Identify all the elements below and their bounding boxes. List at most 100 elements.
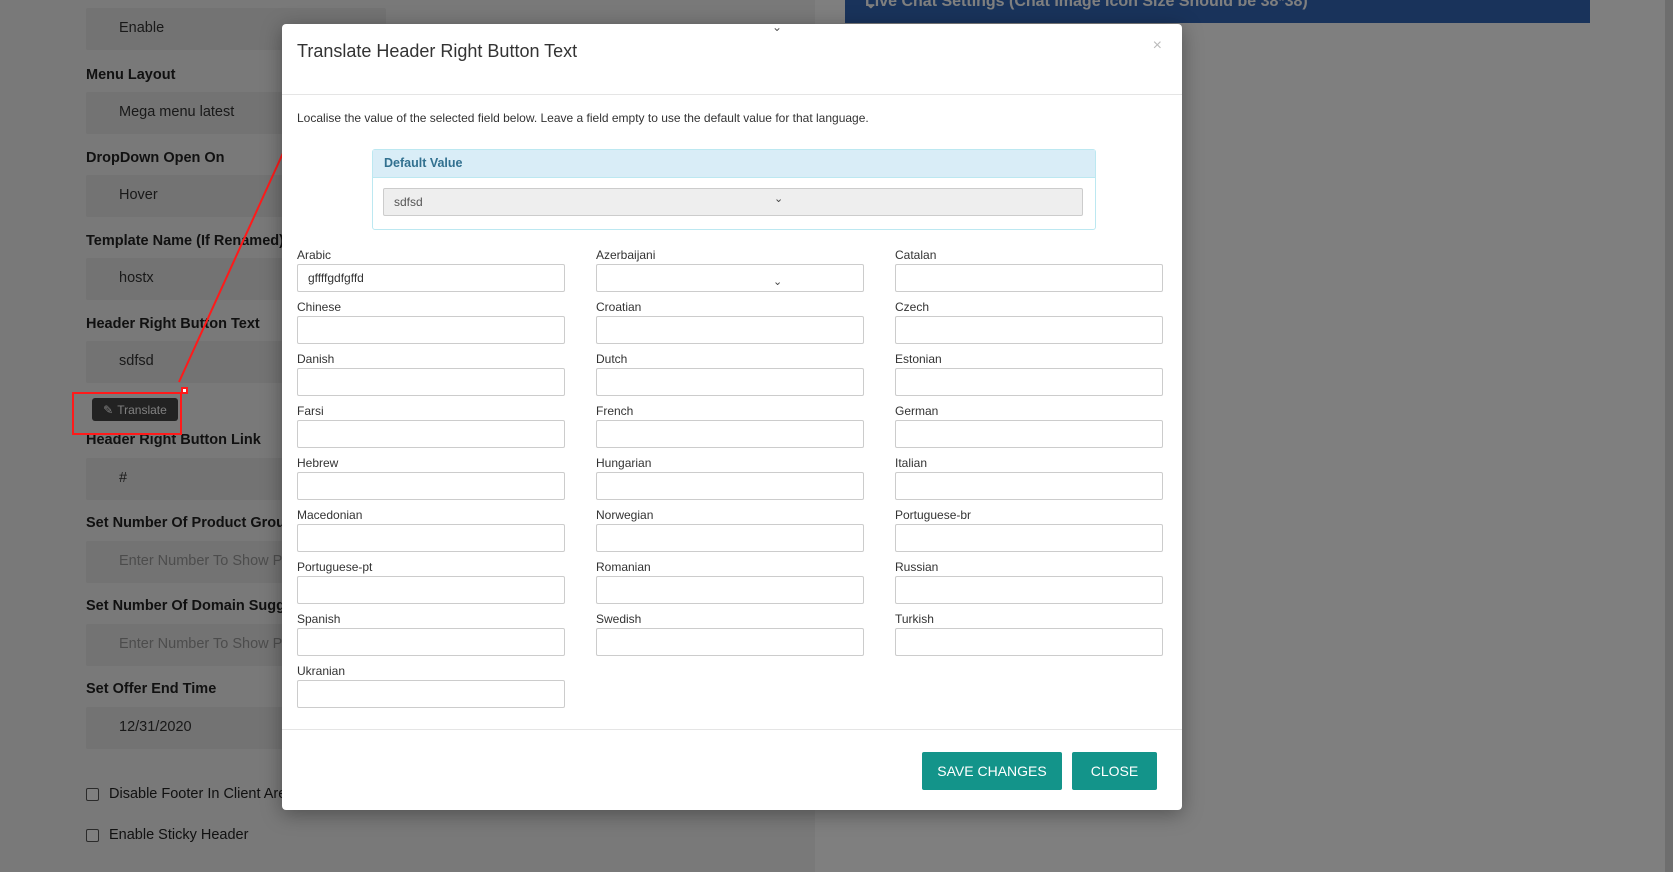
language-field: Chinese — [297, 300, 565, 344]
language-field: German — [895, 404, 1163, 448]
language-label: Swedish — [596, 612, 642, 626]
language-input-wrapper — [596, 575, 864, 604]
default-value-heading: Default Value — [373, 150, 1095, 178]
language-input-wrapper — [297, 575, 565, 604]
language-label: Estonian — [895, 352, 942, 366]
language-input-wrapper — [297, 523, 565, 552]
language-input[interactable] — [596, 576, 864, 604]
modal-header: ⌄ Translate Header Right Button Text × — [282, 20, 1182, 95]
close-button[interactable]: Close — [1072, 752, 1157, 790]
language-input-wrapper — [895, 627, 1163, 656]
language-input[interactable] — [297, 368, 565, 396]
language-label: Russian — [895, 560, 939, 574]
language-label: Dutch — [596, 352, 628, 366]
language-label: Hungarian — [596, 456, 652, 470]
language-label: Turkish — [895, 612, 934, 626]
language-input[interactable] — [596, 524, 864, 552]
language-input-wrapper — [895, 419, 1163, 448]
language-field: Azerbaijani ⌄ — [596, 248, 864, 292]
language-label: German — [895, 404, 939, 418]
language-label: Azerbaijani — [596, 248, 656, 262]
language-input[interactable] — [297, 524, 565, 552]
language-input[interactable] — [596, 472, 864, 500]
language-input[interactable] — [895, 420, 1163, 448]
language-field: Danish — [297, 352, 565, 396]
language-label: French — [596, 404, 634, 418]
language-input[interactable] — [297, 680, 565, 708]
language-field: Dutch — [596, 352, 864, 396]
language-input-wrapper — [297, 263, 565, 292]
language-input[interactable] — [596, 368, 864, 396]
language-field: Romanian — [596, 560, 864, 604]
language-input-wrapper — [596, 471, 864, 500]
language-label: Portuguese-br — [895, 508, 972, 522]
language-input[interactable] — [596, 264, 864, 292]
language-label: Danish — [297, 352, 335, 366]
language-field: Estonian — [895, 352, 1163, 396]
language-input-wrapper — [297, 315, 565, 344]
close-icon[interactable]: × — [1153, 37, 1162, 55]
language-input[interactable] — [297, 472, 565, 500]
language-input-wrapper — [895, 471, 1163, 500]
language-input[interactable] — [895, 368, 1163, 396]
modal-footer: Save Changes Close — [282, 729, 1182, 810]
language-input-wrapper — [596, 367, 864, 396]
language-input-wrapper — [297, 679, 565, 708]
language-field: Swedish — [596, 612, 864, 656]
language-label: Hebrew — [297, 456, 339, 470]
translate-modal: ⌄ Translate Header Right Button Text × L… — [282, 20, 1182, 810]
language-field: French — [596, 404, 864, 448]
language-field: Portuguese-pt — [297, 560, 565, 604]
language-field: Turkish — [895, 612, 1163, 656]
annotation-highlight-box — [72, 392, 182, 435]
language-input[interactable] — [596, 628, 864, 656]
language-input[interactable] — [297, 628, 565, 656]
annotation-handle — [181, 387, 188, 394]
language-input[interactable] — [596, 316, 864, 344]
language-input[interactable] — [895, 472, 1163, 500]
language-label: Portuguese-pt — [297, 560, 373, 574]
language-input[interactable] — [596, 420, 864, 448]
language-label: Spanish — [297, 612, 341, 626]
language-label: Farsi — [297, 404, 324, 418]
language-label: Romanian — [596, 560, 651, 574]
language-input[interactable] — [297, 316, 565, 344]
language-label: Norwegian — [596, 508, 654, 522]
language-label: Chinese — [297, 300, 342, 314]
save-changes-button[interactable]: Save Changes — [922, 752, 1062, 790]
language-input[interactable] — [895, 316, 1163, 344]
language-input-wrapper — [297, 471, 565, 500]
language-input-wrapper — [297, 627, 565, 656]
language-input-wrapper — [297, 367, 565, 396]
language-input[interactable] — [895, 576, 1163, 604]
language-field: Italian — [895, 456, 1163, 500]
language-input[interactable] — [895, 524, 1163, 552]
language-field: Arabic — [297, 248, 565, 292]
chevron-down-icon: ⌄ — [773, 276, 783, 288]
language-input-wrapper — [596, 419, 864, 448]
language-label: Czech — [895, 300, 930, 314]
language-field: Spanish — [297, 612, 565, 656]
language-input-wrapper — [895, 367, 1163, 396]
language-input[interactable] — [895, 264, 1163, 292]
language-input[interactable] — [895, 628, 1163, 656]
language-field: Czech — [895, 300, 1163, 344]
language-input[interactable] — [297, 420, 565, 448]
language-label: Catalan — [895, 248, 937, 262]
default-value-panel: Default Value sdfsd ⌄ — [372, 149, 1096, 230]
chevron-down-icon: ⌄ — [772, 20, 783, 34]
language-field: Macedonian — [297, 508, 565, 552]
language-input-wrapper — [895, 315, 1163, 344]
language-input[interactable] — [297, 264, 565, 292]
language-field: Hebrew — [297, 456, 565, 500]
language-input-wrapper — [596, 627, 864, 656]
modal-title: Translate Header Right Button Text — [297, 41, 578, 61]
language-field: Ukranian — [297, 664, 565, 708]
language-input[interactable] — [297, 576, 565, 604]
language-input-wrapper: ⌄ — [596, 263, 864, 292]
language-field: Catalan — [895, 248, 1163, 292]
language-field: Croatian — [596, 300, 864, 344]
language-label: Macedonian — [297, 508, 363, 522]
language-field: Portuguese-br — [895, 508, 1163, 552]
language-field: Russian — [895, 560, 1163, 604]
